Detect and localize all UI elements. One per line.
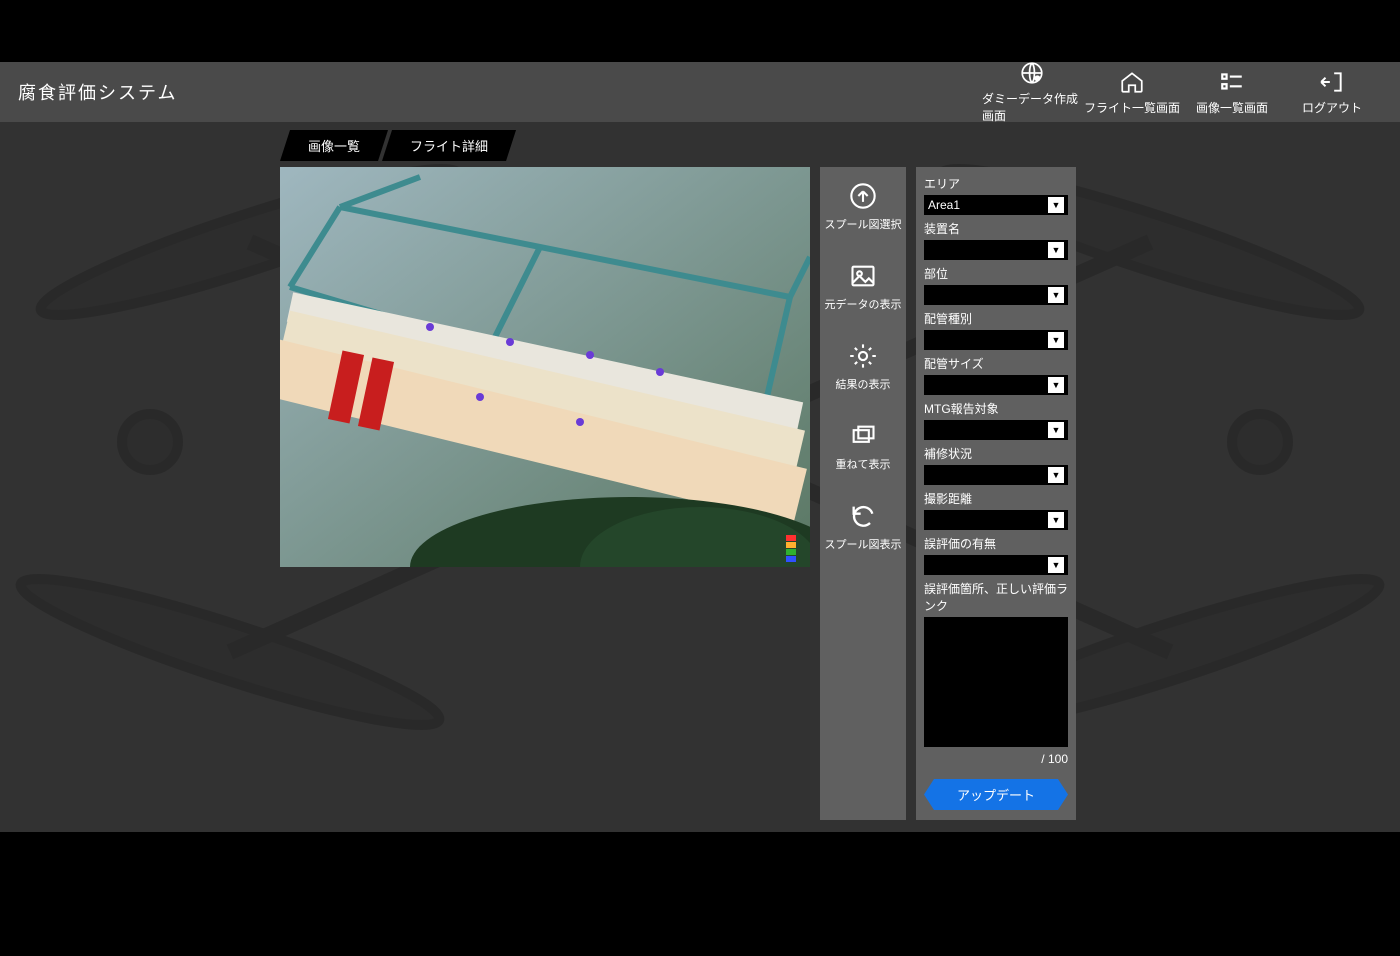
update-button[interactable]: アップデート — [924, 779, 1068, 810]
label-misrank-note: 誤評価箇所、正しい評価ランク — [924, 580, 1068, 614]
label-shoot-distance: 撮影距離 — [924, 490, 1068, 507]
label-area: エリア — [924, 175, 1068, 192]
app-header: 腐食評価システム ダミーデータ作成画面 フライト一覧画面 画像一覧画面 ログアウ… — [0, 62, 1400, 122]
label-part: 部位 — [924, 265, 1068, 282]
note-char-count: / 100 — [924, 752, 1068, 766]
action-show-original[interactable]: 元データの表示 — [820, 247, 906, 327]
app-title: 腐食評価システム — [18, 79, 177, 105]
select-pipe-size[interactable]: ▼ — [924, 375, 1068, 395]
label-equipment: 装置名 — [924, 220, 1068, 237]
chevron-down-icon: ▼ — [1048, 467, 1064, 483]
list-icon — [1219, 69, 1245, 95]
label-pipe-size: 配管サイズ — [924, 355, 1068, 372]
select-has-misrank[interactable]: ▼ — [924, 555, 1068, 575]
chevron-down-icon: ▼ — [1048, 242, 1064, 258]
select-repair-status[interactable]: ▼ — [924, 465, 1068, 485]
detail-form: エリア Area1▼ 装置名 ▼ 部位 ▼ 配管種別 ▼ 配管サイズ ▼ MTG… — [916, 167, 1076, 820]
chevron-down-icon: ▼ — [1048, 557, 1064, 573]
action-overlay[interactable]: 重ねて表示 — [820, 407, 906, 487]
tab-flight-detail[interactable]: フライト詳細 — [382, 130, 516, 161]
nav-dummy-data[interactable]: ダミーデータ作成画面 — [982, 62, 1082, 124]
select-pipe-type[interactable]: ▼ — [924, 330, 1068, 350]
meta-shoot-datetime: #159撮影日時：2019-06-06 10:30 — [280, 830, 1390, 832]
action-show-result[interactable]: 結果の表示 — [820, 327, 906, 407]
image-action-toolbar: スプール図選択 元データの表示 結果の表示 重ねて表示 スプール図表示 — [820, 167, 906, 820]
gear-icon — [849, 342, 877, 370]
chevron-down-icon: ▼ — [1048, 197, 1064, 213]
label-pipe-type: 配管種別 — [924, 310, 1068, 327]
chevron-down-icon: ▼ — [1048, 287, 1064, 303]
upload-icon — [849, 182, 877, 210]
select-part[interactable]: ▼ — [924, 285, 1068, 305]
chevron-down-icon: ▼ — [1048, 422, 1064, 438]
tab-image-list[interactable]: 画像一覧 — [280, 130, 388, 161]
action-spool-select[interactable]: スプール図選択 — [820, 167, 906, 247]
action-spool-display[interactable]: スプール図表示 — [820, 487, 906, 567]
select-shoot-distance[interactable]: ▼ — [924, 510, 1068, 530]
nav-image-list[interactable]: 画像一覧画面 — [1182, 69, 1282, 116]
chevron-down-icon: ▼ — [1048, 377, 1064, 393]
logout-icon — [1319, 69, 1345, 95]
chevron-down-icon: ▼ — [1048, 512, 1064, 528]
inspection-image[interactable] — [280, 167, 810, 567]
home-icon — [1119, 69, 1145, 95]
nav-flight-list[interactable]: フライト一覧画面 — [1082, 69, 1182, 116]
textarea-misrank-note[interactable] — [924, 617, 1068, 747]
label-has-misrank: 誤評価の有無 — [924, 535, 1068, 552]
chevron-down-icon: ▼ — [1048, 332, 1064, 348]
globe-icon — [1019, 62, 1045, 86]
label-repair-status: 補修状況 — [924, 445, 1068, 462]
view-tabs: 画像一覧 フライト詳細 — [280, 130, 1390, 161]
label-mtg-target: MTG報告対象 — [924, 400, 1068, 417]
select-area[interactable]: Area1▼ — [924, 195, 1068, 215]
nav-logout[interactable]: ログアウト — [1282, 69, 1382, 116]
select-equipment[interactable]: ▼ — [924, 240, 1068, 260]
layers-icon — [849, 422, 877, 450]
select-mtg-target[interactable]: ▼ — [924, 420, 1068, 440]
image-icon — [849, 262, 877, 290]
undo-icon — [849, 502, 877, 530]
